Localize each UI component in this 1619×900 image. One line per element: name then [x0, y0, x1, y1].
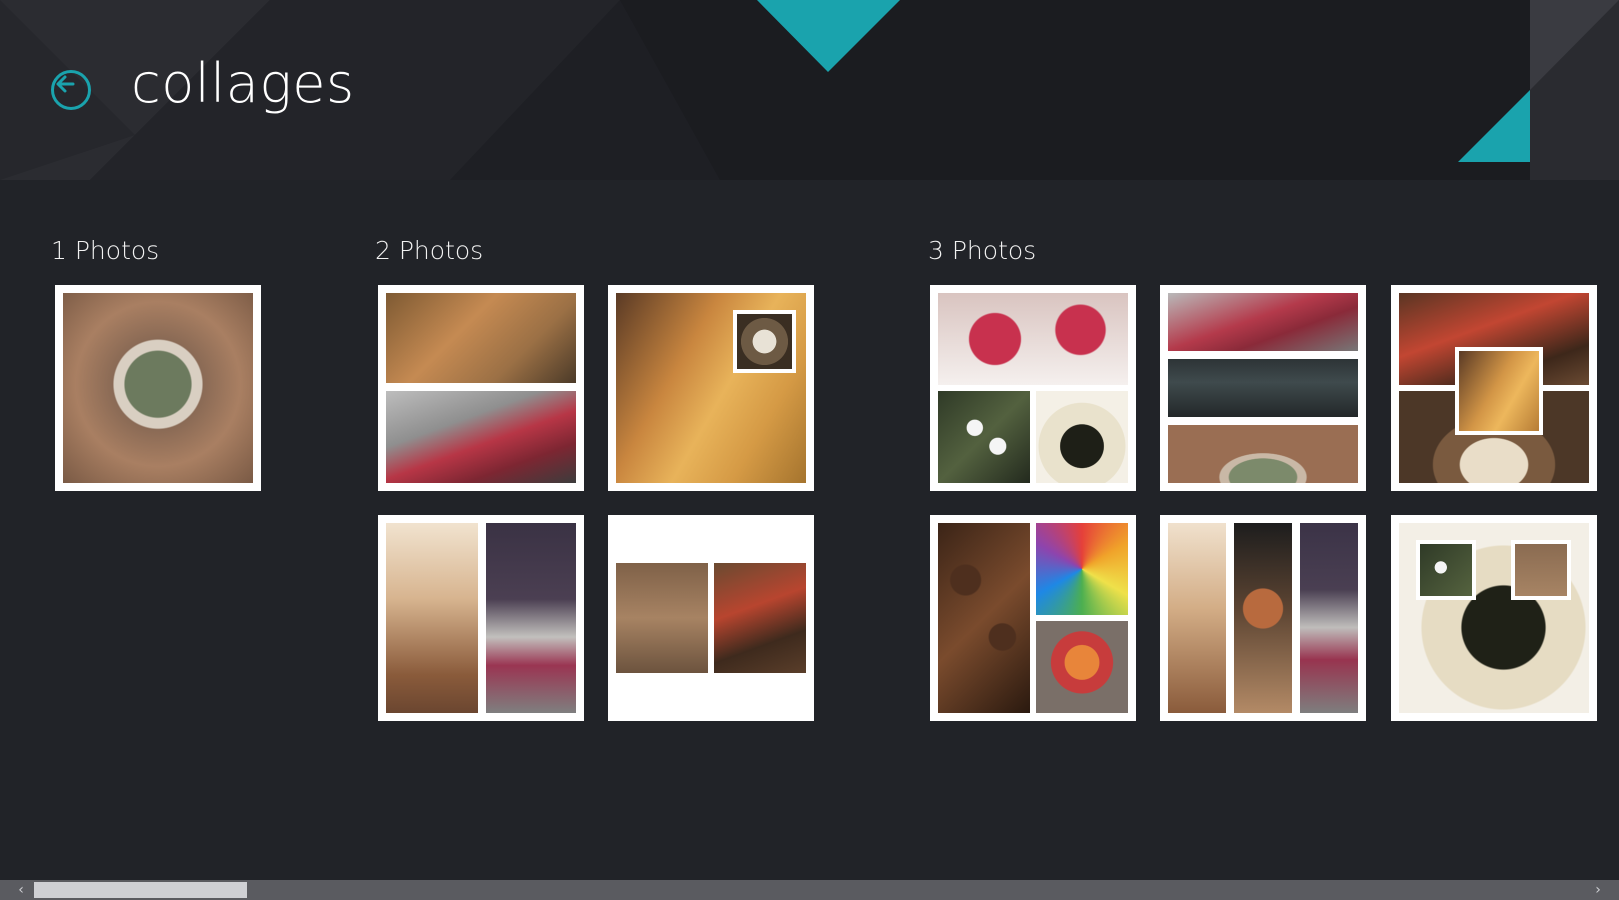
group-title-1-photos: 1 Photos	[51, 236, 160, 265]
photo-silhouette-strip	[1168, 523, 1226, 713]
photo-leaves	[1036, 621, 1128, 713]
photo-seed-strip	[1234, 523, 1292, 713]
photo-tennis-court	[616, 563, 708, 673]
photo-seed-pods	[386, 293, 576, 383]
horizontal-scrollbar[interactable]: ‹ ›	[0, 880, 1619, 900]
collage-template-3-two-insets[interactable]	[1391, 515, 1597, 721]
photo-lizard	[714, 563, 806, 673]
group-title-3-photos: 3 Photos	[928, 236, 1037, 265]
collage-template-3-stacked[interactable]	[1160, 285, 1366, 491]
photo-coffee-beans	[938, 523, 1030, 713]
collage-template-3-center-inset[interactable]	[1391, 285, 1597, 491]
photo-cactus-strip	[1168, 425, 1358, 483]
chevron-right-icon[interactable]: ›	[1583, 880, 1613, 900]
photo-cactus	[63, 293, 253, 483]
photo-honey	[1036, 391, 1128, 483]
collage-template-2-vertical-split[interactable]	[378, 515, 584, 721]
collage-template-3-columns[interactable]	[1160, 515, 1366, 721]
page-title: collages	[131, 52, 355, 115]
photo-pencils	[1036, 523, 1128, 615]
photo-raspberries	[938, 293, 1128, 385]
scrollbar-thumb[interactable]	[34, 882, 247, 898]
back-arrow-icon	[56, 75, 75, 93]
photo-tricycle	[486, 523, 576, 713]
collage-template-3-left-tall[interactable]	[930, 515, 1136, 721]
photo-inset-tennis	[1511, 540, 1571, 600]
photo-flowers	[938, 391, 1030, 483]
collage-template-single[interactable]	[55, 285, 261, 491]
photo-tricycle-strip	[1300, 523, 1358, 713]
collage-template-2-horizontal-split[interactable]	[378, 285, 584, 491]
collage-template-2-side-by-side[interactable]	[608, 515, 814, 721]
collage-template-3-top-wide[interactable]	[930, 285, 1136, 491]
photo-silhouette	[386, 523, 478, 713]
photo-inset-coffee	[733, 310, 796, 373]
chevron-left-icon[interactable]: ‹	[6, 880, 36, 900]
photo-skates-strip	[1168, 293, 1358, 351]
page-header: collages	[0, 0, 1619, 180]
photo-roller-skates	[386, 391, 576, 483]
back-button[interactable]	[51, 70, 91, 110]
photo-rain-window	[1168, 359, 1358, 417]
group-title-2-photos: 2 Photos	[375, 236, 484, 265]
collage-template-2-inset[interactable]	[608, 285, 814, 491]
photo-inset-girl	[1455, 347, 1543, 435]
photo-inset-flowers	[1416, 540, 1476, 600]
